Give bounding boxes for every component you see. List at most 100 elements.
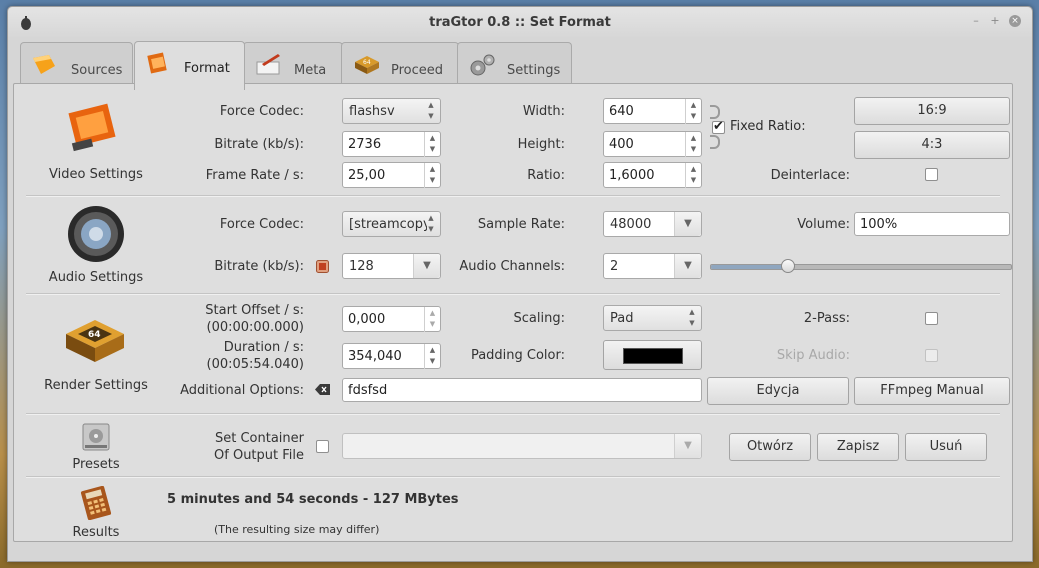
chain-link-top-icon — [710, 105, 720, 119]
video-bitrate-spin[interactable]: 2736 ▲ ▼ — [342, 131, 441, 157]
window-title: traGtor 0.8 :: Set Format — [429, 15, 611, 30]
padding-color-swatch — [623, 348, 683, 364]
video-settings-label: Video Settings — [49, 167, 143, 182]
tab-format[interactable]: Format — [134, 41, 245, 90]
start-offset-spin[interactable]: 0,000 ▲ ▼ — [342, 306, 441, 332]
audio-channels-label: Audio Channels: — [459, 259, 565, 274]
skip-audio-label: Skip Audio: — [776, 348, 850, 363]
divider — [26, 293, 1000, 295]
dropdown-arrow-icon[interactable]: ▼ — [674, 434, 701, 458]
video-force-codec-select[interactable]: flashsv ▲ ▼ — [342, 98, 441, 124]
video-force-codec-label: Force Codec: — [219, 104, 304, 119]
duration-label: Duration / s: — [223, 340, 304, 355]
aspect-16-9-button[interactable]: 16:9 — [854, 97, 1010, 125]
two-pass-checkbox[interactable] — [925, 312, 938, 325]
frame-rate-label: Frame Rate / s: — [205, 168, 304, 183]
video-bitrate-label: Bitrate (kb/s): — [214, 137, 304, 152]
additional-options-label: Additional Options: — [180, 383, 304, 398]
tab-settings[interactable]: Settings — [457, 42, 572, 87]
clear-text-icon[interactable] — [315, 384, 330, 395]
presets-icon — [82, 423, 110, 451]
fixed-ratio-label: Fixed Ratio: — [730, 119, 806, 134]
presets-label: Presets — [72, 457, 120, 472]
results-note: (The resulting size may differ) — [214, 523, 380, 536]
container-label-line1: Set Container — [214, 431, 304, 446]
dropdown-arrow-icon[interactable]: ▼ — [674, 254, 701, 278]
spin-arrows-icon[interactable]: ▲ ▼ — [685, 132, 701, 157]
render-settings-icon: 64 — [66, 320, 124, 362]
ratio-spin[interactable]: 1,6000 ▲ ▼ — [603, 162, 702, 188]
volume-slider-track[interactable] — [710, 264, 1012, 270]
duration-spin[interactable]: 354,040 ▲ ▼ — [342, 343, 441, 369]
ffmpeg-manual-button[interactable]: FFmpeg Manual — [854, 377, 1010, 405]
skip-audio-checkbox[interactable] — [925, 349, 938, 362]
delete-preset-button[interactable]: Usuń — [905, 433, 987, 461]
results-label: Results — [72, 525, 120, 540]
dropdown-arrow-icon[interactable]: ▼ — [674, 212, 701, 236]
scaling-label: Scaling: — [513, 311, 565, 326]
duration-sublabel: (00:05:54.040) — [206, 357, 304, 372]
sources-icon — [33, 55, 55, 74]
audio-bitrate-label: Bitrate (kb/s): — [214, 259, 304, 274]
open-preset-button[interactable]: Otwórz — [729, 433, 811, 461]
divider — [26, 476, 1000, 478]
proceed-icon: 64 — [355, 56, 379, 74]
maximize-button[interactable]: + — [989, 15, 1001, 27]
start-offset-sublabel: (00:00:00.000) — [206, 320, 304, 335]
tab-sources[interactable]: Sources — [20, 42, 133, 87]
format-icon — [147, 52, 167, 74]
height-label: Height: — [517, 137, 565, 152]
format-panel: Video Settings Force Codec: flashsv ▲ ▼ B… — [13, 83, 1013, 542]
sample-rate-label: Sample Rate: — [477, 217, 565, 232]
audio-force-codec-label: Force Codec: — [219, 217, 304, 232]
volume-label: Volume: — [797, 217, 850, 232]
width-label: Width: — [522, 104, 565, 119]
minimize-button[interactable]: – — [970, 15, 982, 27]
tab-meta[interactable]: Meta — [243, 42, 343, 87]
svg-text:64: 64 — [363, 59, 371, 66]
container-combo[interactable]: ▼ — [342, 433, 702, 459]
deinterlace-checkbox[interactable] — [925, 168, 938, 181]
tab-proceed[interactable]: 64 Proceed — [341, 42, 459, 87]
calculator-icon — [80, 486, 112, 520]
audio-settings-icon — [68, 206, 124, 262]
volume-slider-fill — [711, 265, 789, 269]
deinterlace-label: Deinterlace: — [770, 168, 850, 183]
padding-color-label: Padding Color: — [470, 348, 565, 363]
ratio-label: Ratio: — [527, 168, 565, 183]
edit-button[interactable]: Edycja — [707, 377, 849, 405]
aspect-4-3-button[interactable]: 4:3 — [854, 131, 1010, 159]
spin-arrows-icon[interactable]: ▲ ▼ — [685, 99, 701, 124]
save-preset-button[interactable]: Zapisz — [817, 433, 899, 461]
title-bar: traGtor 0.8 :: Set Format – + × — [8, 7, 1032, 39]
link-icon[interactable] — [316, 260, 329, 273]
audio-settings-label: Audio Settings — [48, 270, 144, 285]
divider — [26, 413, 1000, 415]
chain-link-bottom-icon — [710, 135, 720, 149]
two-pass-label: 2-Pass: — [803, 311, 850, 326]
close-button[interactable]: × — [1009, 15, 1021, 27]
audio-channels-combo[interactable]: 2 ▼ — [603, 253, 702, 279]
padding-color-button[interactable] — [603, 340, 702, 370]
fixed-ratio-checkbox[interactable] — [712, 119, 725, 134]
meta-icon — [256, 54, 280, 75]
spin-arrows-icon[interactable]: ▲ ▼ — [685, 163, 701, 188]
start-offset-label: Start Offset / s: — [205, 303, 304, 318]
width-spin[interactable]: 640 ▲ ▼ — [603, 98, 702, 124]
results-summary: 5 minutes and 54 seconds - 127 MBytes — [167, 492, 459, 507]
scaling-select[interactable]: Pad ▲ ▼ — [603, 305, 702, 331]
volume-slider-handle[interactable] — [781, 259, 795, 273]
additional-options-input[interactable]: fdsfsd — [342, 378, 702, 402]
render-settings-label: Render Settings — [44, 378, 148, 393]
audio-bitrate-combo[interactable]: 128 ▼ — [342, 253, 441, 279]
volume-input[interactable]: 100% — [854, 212, 1010, 236]
container-label-line2: Of Output File — [214, 448, 304, 463]
set-container-checkbox[interactable] — [316, 440, 329, 453]
sample-rate-combo[interactable]: 48000 ▼ — [603, 211, 702, 237]
frame-rate-spin[interactable]: 25,00 ▲ ▼ — [342, 162, 441, 188]
audio-force-codec-select[interactable]: [streamcopy] ▲▼ — [342, 211, 441, 237]
updown-icon: ▲ ▼ — [689, 308, 695, 327]
height-spin[interactable]: 400 ▲ ▼ — [603, 131, 702, 157]
video-settings-icon — [68, 103, 116, 152]
settings-icon — [470, 54, 495, 76]
